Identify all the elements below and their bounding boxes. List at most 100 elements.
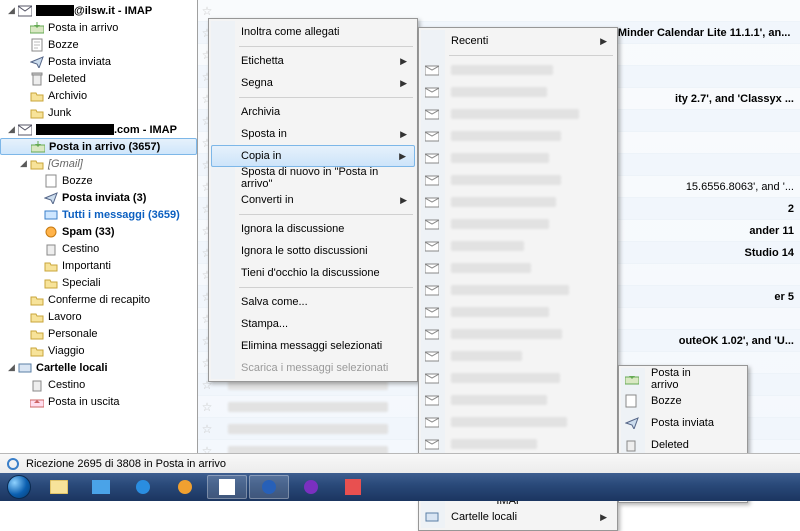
folder-outbox[interactable]: Posta in uscita [0,393,197,410]
chevron-right-icon: ▶ [399,151,406,162]
folder-personal[interactable]: Personale [0,325,197,342]
destination-folder[interactable]: Posta inviata [621,412,745,434]
redacted [451,395,547,405]
folder-work[interactable]: Lavoro [0,308,197,325]
star-icon[interactable]: ☆ [198,422,216,436]
context-menu-item[interactable]: Etichetta▶ [211,50,415,72]
recent-address[interactable] [421,169,615,191]
folder-deleted[interactable]: Deleted [0,70,197,87]
recent-address[interactable] [421,257,615,279]
folder-icon [29,292,45,308]
destination-folder[interactable]: Posta in arrivo [621,368,745,390]
recent-address[interactable] [421,81,615,103]
folder-sent[interactable]: Posta inviata (3) [0,189,197,206]
taskbar-app[interactable] [39,475,79,499]
context-menu-item[interactable]: Stampa... [211,313,415,335]
redacted [451,285,569,295]
recent-address[interactable] [421,389,615,411]
redacted [451,351,522,361]
star-icon[interactable]: ☆ [198,400,216,414]
mailbox-icon [17,122,33,138]
folder-junk[interactable]: Junk [0,104,197,121]
recent-address[interactable] [421,191,615,213]
recent-address[interactable] [421,213,615,235]
context-menu-item[interactable]: Converti in▶ [211,189,415,211]
context-menu-item[interactable]: Archivia [211,101,415,123]
start-button[interactable] [0,473,38,501]
folder-travel[interactable]: Viaggio [0,342,197,359]
mailbox-icon [17,3,33,19]
trash-icon [29,71,45,87]
context-menu-item[interactable]: Ignora la discussione [211,218,415,240]
local-folders-target[interactable]: Cartelle locali ▶ [421,506,615,528]
account-node[interactable]: ◢ @ilsw.it - IMAP [0,2,197,19]
local-folders-node[interactable]: ◢ Cartelle locali [0,359,197,376]
recent-address[interactable] [421,279,615,301]
folder-trash-local[interactable]: Cestino [0,376,197,393]
recent-address[interactable] [421,345,615,367]
inbox-icon [29,20,45,36]
context-menu-item[interactable]: Inoltra come allegati [211,21,415,43]
folder-drafts[interactable]: Bozze [0,172,197,189]
envelope-icon [425,175,443,186]
context-menu: Inoltra come allegati Etichetta▶Segna▶ Arc… [208,18,418,382]
envelope-icon [425,351,443,362]
folder-inbox[interactable]: Posta in arrivo (3657) [0,138,197,155]
recent-address[interactable] [421,235,615,257]
subject-fragment: 2 [788,203,794,215]
context-menu-item[interactable]: Elimina messaggi selezionati [211,335,415,357]
envelope-icon [425,131,443,142]
context-menu-item[interactable]: Copia in▶ [211,145,415,167]
folder-icon [43,275,59,291]
redacted [36,5,74,16]
subject-fragment: 15.6556.8063', and '... [686,181,794,193]
recent-item[interactable]: Recenti▶ [421,30,615,52]
folder-archive[interactable]: Archivio [0,87,197,104]
taskbar-app[interactable] [333,475,373,499]
context-menu-item[interactable]: Sposta di nuovo in "Posta in arrivo" [211,167,415,189]
taskbar-app[interactable] [207,475,247,499]
redacted [228,402,388,412]
recent-address[interactable] [421,433,615,455]
chevron-right-icon: ▶ [400,129,407,140]
folder-special[interactable]: Speciali [0,274,197,291]
recent-address[interactable] [421,59,615,81]
folder-drafts[interactable]: Bozze [0,36,197,53]
taskbar-app[interactable] [291,475,331,499]
folder-spam[interactable]: Spam (33) [0,223,197,240]
folder-trash[interactable]: Cestino [0,240,197,257]
folder-receipts[interactable]: Conferme di recapito [0,291,197,308]
context-menu-item[interactable]: Ignora le sotto discussioni [211,240,415,262]
folder-all[interactable]: Tutti i messaggi (3659) [0,206,197,223]
recent-address[interactable] [421,301,615,323]
subject-fragment: Studio 14 [744,247,794,259]
draft-icon [29,37,45,53]
recent-address[interactable] [421,147,615,169]
local-icon [17,360,33,376]
folder-sent[interactable]: Posta inviata [0,53,197,70]
context-menu-item[interactable]: Sposta in▶ [211,123,415,145]
recent-address[interactable] [421,323,615,345]
redacted [36,124,114,135]
sync-icon [6,457,20,471]
folder-gmail[interactable]: ◢[Gmail] [0,155,197,172]
envelope-icon [425,263,443,274]
taskbar-app[interactable] [165,475,205,499]
recent-address[interactable] [421,367,615,389]
envelope-icon [425,329,443,340]
context-menu-item[interactable]: Scarica i messaggi selezionati [211,357,415,379]
account-node[interactable]: ◢ .com - IMAP [0,121,197,138]
folder-inbox[interactable]: Posta in arrivo [0,19,197,36]
destination-folder[interactable]: Bozze [621,390,745,412]
context-menu-item[interactable]: Segna▶ [211,72,415,94]
folder-important[interactable]: Importanti [0,257,197,274]
taskbar-thunderbird[interactable] [249,475,289,499]
context-menu-item[interactable]: Salva come... [211,291,415,313]
taskbar-app[interactable] [81,475,121,499]
recent-address[interactable] [421,411,615,433]
recent-address[interactable] [421,103,615,125]
taskbar-app[interactable] [123,475,163,499]
recent-address[interactable] [421,125,615,147]
star-icon[interactable]: ☆ [198,4,216,18]
context-menu-item[interactable]: Tieni d'occhio la discussione [211,262,415,284]
